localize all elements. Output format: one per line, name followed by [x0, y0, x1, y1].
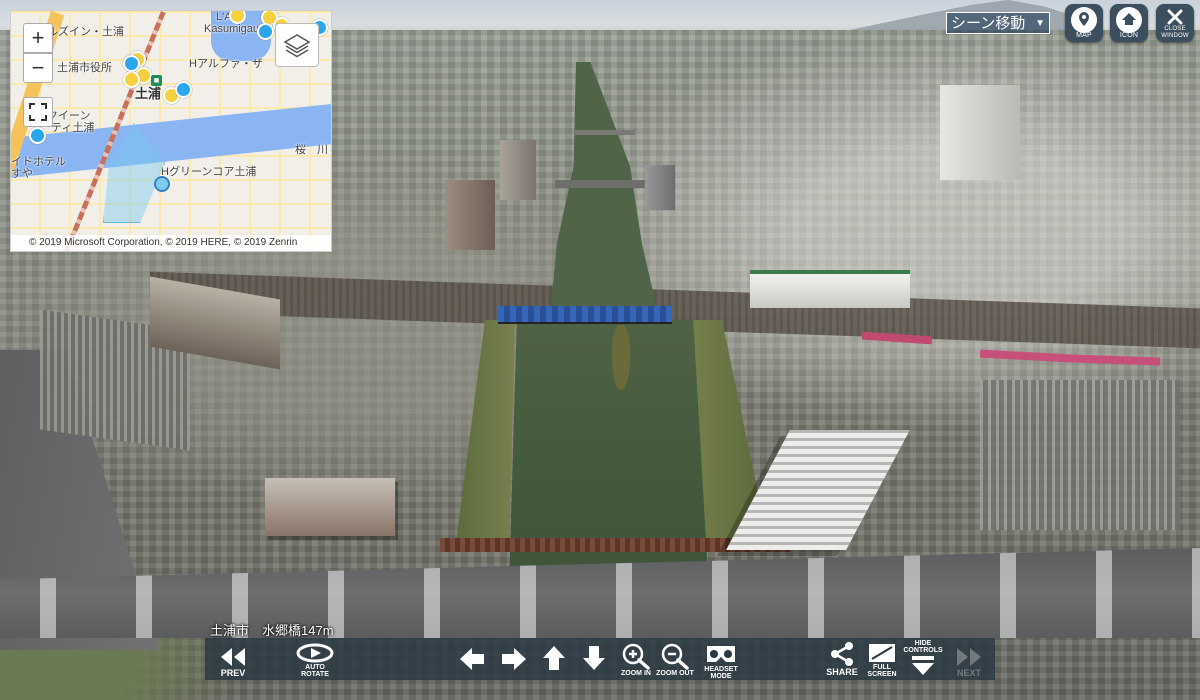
headset-label: HEADSET [704, 666, 738, 673]
bridge-middle [555, 180, 645, 188]
map-pin[interactable] [175, 81, 192, 98]
map-pin[interactable] [123, 71, 140, 88]
map-layers-button[interactable] [275, 23, 319, 67]
share-label: SHARE [826, 667, 858, 677]
building-tower [645, 165, 675, 210]
pan-right-button[interactable] [497, 638, 531, 680]
river-islet [612, 325, 630, 390]
parking-lot-right [980, 380, 1180, 530]
rewind-icon [221, 648, 245, 666]
auto-rotate-label: AUTO [305, 664, 325, 671]
zoom-in-label: ZOOM IN [621, 670, 651, 677]
close-window-button[interactable]: CLOSE WINDOW [1156, 4, 1194, 42]
map-label: ティ土浦 [51, 122, 95, 134]
scene-select-label: シーン移動 [951, 15, 1026, 32]
blue-railway-bridge [498, 306, 672, 322]
arrow-left-icon [460, 648, 484, 670]
zoom-in-button[interactable]: ZOOM IN [617, 638, 655, 680]
hide-controls-label: HIDE [914, 640, 932, 647]
building-brown [265, 478, 395, 536]
pano-toolbar: PREV AUTO ROTATE ZOOM IN ZOOM OUT HEADSE… [205, 638, 995, 680]
inset-map[interactable]: ルズイン・土浦 L'A Kasumigaura 土浦市役所 土浦 Hアルファ・ザ… [10, 10, 332, 252]
close-label-line2: WINDOW [1161, 33, 1189, 39]
scene-select-dropdown[interactable]: シーン移動 ▼ [946, 12, 1050, 34]
map-label: すや [11, 168, 33, 180]
prev-button[interactable]: PREV [213, 638, 253, 680]
full-screen-label: FULL [873, 664, 891, 671]
building-tower [500, 140, 536, 200]
map-pin-icon [1079, 12, 1089, 26]
zoom-out-button[interactable]: ZOOM OUT [655, 638, 695, 680]
map-toggle-button[interactable]: MAP [1065, 4, 1103, 42]
prev-label: PREV [220, 668, 246, 678]
hide-controls-label-2: CONTROLS [903, 647, 943, 654]
arrow-up-icon [543, 646, 565, 670]
pan-left-button[interactable] [455, 638, 489, 680]
location-caption: 土浦市 水郷橋147m [210, 623, 334, 638]
zoom-in-icon [622, 643, 650, 670]
pan-up-button[interactable] [537, 638, 571, 680]
station-building [750, 270, 910, 308]
pan-down-button[interactable] [577, 638, 611, 680]
zoom-out-icon [661, 643, 689, 670]
zoom-out-label: ZOOM OUT [656, 670, 694, 677]
map-pin[interactable] [257, 23, 274, 40]
arrow-down-icon [583, 646, 605, 670]
map-copyright: © 2019 Microsoft Corporation, © 2019 HER… [11, 235, 331, 251]
fast-forward-icon [957, 648, 981, 666]
headset-label-2: MODE [710, 673, 732, 680]
next-button[interactable]: NEXT [949, 638, 989, 680]
building-tower [445, 180, 495, 250]
layers-icon [283, 34, 311, 58]
home-icon [1122, 13, 1136, 25]
expand-icon [29, 103, 47, 121]
icon-button-label: ICON [1119, 32, 1139, 39]
map-button-label: MAP [1076, 32, 1092, 39]
full-screen-label-2: SCREEN [867, 671, 897, 678]
rotate-icon [296, 643, 334, 663]
map-pin[interactable] [123, 55, 140, 72]
close-icon [1167, 9, 1183, 25]
full-screen-button[interactable]: FULL SCREEN [865, 638, 899, 680]
map-label: ルズイン・土浦 [47, 26, 124, 38]
map-fullscreen-button[interactable] [23, 97, 53, 127]
map-zoom-in-button[interactable]: + [23, 23, 53, 53]
train-station-icon: ■ [151, 75, 162, 86]
fullscreen-icon [869, 644, 895, 662]
auto-rotate-button[interactable]: AUTO ROTATE [293, 638, 337, 680]
auto-rotate-label-2: ROTATE [301, 671, 329, 678]
map-zoom-out-button[interactable]: − [23, 53, 53, 83]
map-label: 桜 川 [295, 144, 328, 156]
map-pin[interactable] [29, 127, 46, 144]
hide-controls-button[interactable]: HIDE CONTROLS [902, 638, 944, 680]
vr-headset-icon [707, 646, 735, 662]
next-label: NEXT [956, 668, 981, 678]
icon-toggle-button[interactable]: ICON [1110, 4, 1148, 42]
map-label: Hアルファ・ザ [189, 58, 263, 70]
building-highrise [940, 85, 1020, 180]
share-button[interactable]: SHARE [821, 638, 863, 680]
share-icon [831, 642, 853, 666]
chevron-down-icon: ▼ [1035, 18, 1045, 29]
map-label: 土浦市役所 [57, 62, 112, 74]
arrow-right-icon [502, 648, 526, 670]
triangle-down-icon [912, 656, 934, 675]
map-label: Hグリーンコア土浦 [161, 166, 257, 178]
bridge-far [575, 130, 635, 135]
current-position-marker[interactable] [154, 176, 170, 192]
headset-mode-button[interactable]: HEADSET MODE [701, 638, 741, 680]
